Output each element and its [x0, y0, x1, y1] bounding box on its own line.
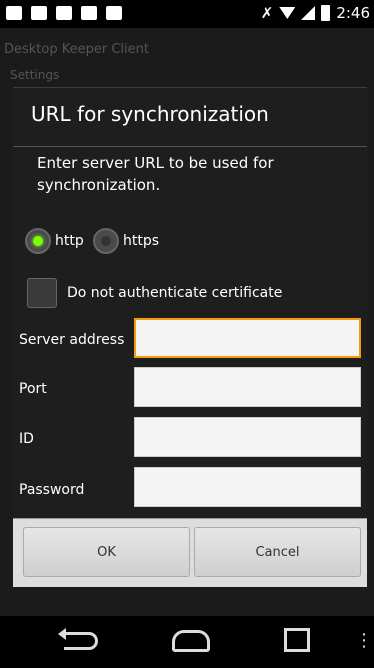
dialog-title: URL for synchronization — [31, 102, 269, 126]
wifi-icon — [279, 7, 296, 19]
overflow-menu-icon[interactable]: ⋮ — [355, 630, 373, 651]
no-sound-icon: ✗ — [260, 4, 274, 22]
cloud-upload-icon — [31, 6, 47, 20]
dialog-button-bar: OK Cancel — [13, 518, 367, 587]
id-label: ID — [19, 431, 34, 447]
app-title: Desktop Keeper Client — [4, 42, 149, 57]
photo-icon — [106, 6, 122, 20]
navigation-bar: ⋮ — [0, 616, 374, 668]
battery-icon — [321, 5, 331, 21]
password-input[interactable] — [134, 467, 361, 507]
notification-icon — [6, 6, 22, 20]
recent-apps-icon[interactable] — [284, 628, 310, 652]
no-auth-cert-checkbox-row[interactable]: Do not authenticate certificate — [27, 278, 282, 308]
password-label: Password — [19, 482, 85, 498]
ok-button[interactable]: OK — [23, 527, 190, 577]
radio-https-label: https — [123, 233, 160, 249]
server-address-input[interactable] — [134, 318, 361, 358]
back-icon[interactable] — [58, 628, 98, 650]
radio-button-https[interactable] — [93, 228, 119, 254]
home-icon[interactable] — [172, 630, 210, 652]
radio-http-label: http — [55, 233, 84, 249]
radio-button-http[interactable] — [25, 228, 51, 254]
gmail-icon — [56, 6, 72, 20]
server-address-label: Server address — [19, 332, 125, 348]
status-time: 2:46 — [336, 4, 370, 22]
sync-url-dialog: URL for synchronization Enter server URL… — [13, 87, 367, 587]
dialog-message: Enter server URL to be used for synchron… — [37, 154, 274, 194]
cancel-button[interactable]: Cancel — [194, 527, 361, 577]
no-auth-cert-label: Do not authenticate certificate — [67, 285, 283, 301]
radio-https[interactable]: https — [93, 228, 159, 254]
id-input[interactable] — [134, 417, 361, 457]
status-bar: ✗ 2:46 — [0, 0, 374, 28]
settings-heading: Settings — [10, 68, 60, 82]
sim-icon — [81, 6, 97, 20]
no-auth-cert-checkbox[interactable] — [27, 278, 57, 308]
radio-http[interactable]: http — [25, 228, 84, 254]
port-label: Port — [19, 381, 47, 397]
dialog-divider — [13, 146, 367, 147]
port-input[interactable] — [134, 367, 361, 407]
signal-icon — [301, 6, 316, 20]
